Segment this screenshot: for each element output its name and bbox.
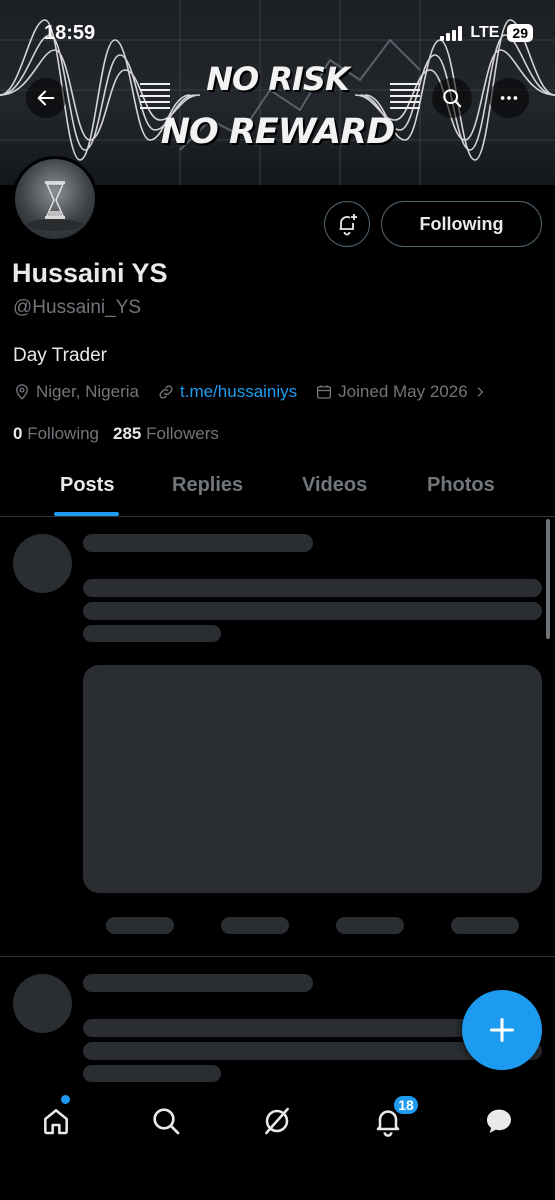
profile-name: Hussaini YS <box>12 258 168 288</box>
more-options-button[interactable] <box>489 78 529 118</box>
profile-stats: 0 Following 285 Followers <box>13 424 219 444</box>
status-indicators: LTE 29 <box>440 24 533 42</box>
profile-meta: Niger, Nigeria t.me/hussainiys Joined Ma… <box>13 382 505 402</box>
skeleton-avatar <box>13 534 72 593</box>
bottom-navigation: 18 <box>0 1085 555 1200</box>
tab-photos[interactable]: Photos <box>427 474 495 497</box>
website-link[interactable]: t.me/hussainiys <box>180 382 297 402</box>
search-icon <box>443 89 462 108</box>
profile-handle: @Hussaini_YS <box>13 297 142 318</box>
banner-text-line2: NO REWARD <box>160 112 396 152</box>
skeleton-action <box>336 917 404 934</box>
location-item: Niger, Nigeria <box>13 382 139 402</box>
status-time: 18:59 <box>44 22 96 44</box>
skeleton-avatar <box>13 974 72 1033</box>
nav-grok[interactable] <box>257 1101 297 1141</box>
followers-stat[interactable]: 285 Followers <box>113 424 219 444</box>
avatar[interactable] <box>12 156 98 242</box>
home-icon <box>44 1109 68 1135</box>
skeleton-media <box>83 665 542 893</box>
notify-bell-button[interactable] <box>324 201 370 247</box>
skeleton-line <box>83 579 542 597</box>
chevron-right-icon <box>477 387 483 397</box>
signal-icon <box>440 25 463 41</box>
followers-label: Followers <box>146 424 219 443</box>
nav-messages[interactable] <box>479 1101 519 1141</box>
active-tab-indicator <box>54 512 119 516</box>
plus-icon <box>489 1017 515 1043</box>
following-count: 0 <box>13 424 23 443</box>
profile-tabs: Posts Replies Videos Photos <box>0 466 555 517</box>
location-pin-icon <box>16 384 28 400</box>
link-icon <box>159 385 173 399</box>
banner-text-line1: NO RISK <box>206 60 350 98</box>
joined-item[interactable]: Joined May 2026 <box>315 382 486 402</box>
tab-videos[interactable]: Videos <box>302 474 367 497</box>
skeleton-line <box>83 974 313 992</box>
home-unread-dot <box>61 1095 70 1104</box>
profile-bio: Day Trader <box>13 345 107 366</box>
compose-post-button[interactable] <box>462 990 542 1070</box>
search-button[interactable] <box>432 78 472 118</box>
skeleton-action <box>451 917 519 934</box>
skeleton-line <box>83 534 313 552</box>
website-item[interactable]: t.me/hussainiys <box>157 382 297 402</box>
following-label: Following <box>27 424 100 443</box>
followers-count: 285 <box>113 424 142 443</box>
skeleton-line <box>83 625 221 642</box>
notification-count-badge: 18 <box>392 1094 420 1116</box>
skeleton-action <box>106 917 174 934</box>
back-arrow-icon <box>37 90 55 106</box>
grok-icon <box>265 1107 289 1135</box>
hourglass-icon <box>27 181 83 231</box>
more-dots-icon <box>500 96 518 100</box>
bell-plus-icon <box>339 214 357 236</box>
network-type: LTE <box>470 24 500 41</box>
skeleton-line <box>83 602 542 620</box>
search-icon <box>153 1108 180 1135</box>
tab-posts[interactable]: Posts <box>60 474 114 497</box>
nav-home[interactable] <box>36 1101 76 1141</box>
following-stat[interactable]: 0 Following <box>13 424 99 444</box>
skeleton-line <box>83 1065 221 1082</box>
nav-search[interactable] <box>146 1101 186 1141</box>
joined-text: Joined May 2026 <box>338 382 468 401</box>
battery-indicator: 29 <box>507 24 533 42</box>
back-button[interactable] <box>26 78 66 118</box>
skeleton-action <box>221 917 289 934</box>
location-text: Niger, Nigeria <box>36 382 139 401</box>
post-divider <box>0 956 555 957</box>
messages-icon <box>487 1109 511 1133</box>
following-button[interactable]: Following <box>381 201 542 247</box>
tab-replies[interactable]: Replies <box>172 474 243 497</box>
scrollbar[interactable] <box>546 519 550 639</box>
calendar-icon <box>317 385 332 399</box>
